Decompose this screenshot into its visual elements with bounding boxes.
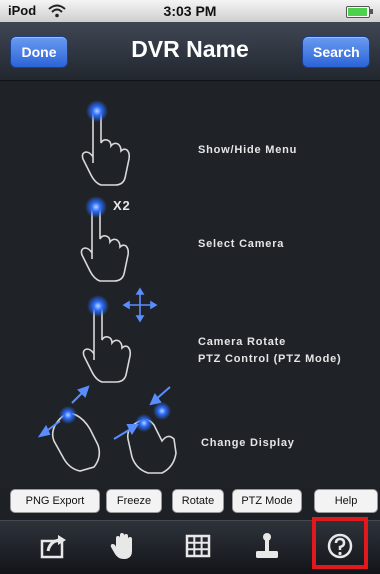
export-icon[interactable] [36, 529, 70, 563]
help-label-camera-rotate: Camera Rotate [198, 336, 287, 348]
grid-icon[interactable] [181, 529, 215, 563]
drag-gesture-icon [82, 287, 158, 383]
tooltip-freeze: Freeze [106, 489, 162, 513]
help-label-ptz-control: PTZ Control (PTZ Mode) [198, 353, 342, 365]
status-bar: iPod 3:03 PM [0, 0, 380, 22]
pinch-zoom-gesture-icon [37, 385, 177, 474]
tooltip-png-export: PNG Export [10, 489, 100, 513]
help-label-select-camera: Select Camera [198, 238, 285, 250]
double-tap-badge: X2 [113, 198, 131, 213]
help-button-highlight [312, 517, 368, 569]
tooltip-help: Help [314, 489, 378, 513]
single-tap-gesture-icon [81, 100, 131, 186]
tooltip-rotate: Rotate [172, 489, 224, 513]
gesture-help-panel: Show/Hide Menu X2 Select Camera Camera R… [0, 81, 380, 488]
clock: 3:03 PM [163, 3, 217, 19]
battery-icon [346, 6, 373, 18]
search-button[interactable]: Search [302, 36, 370, 68]
help-label-change-display: Change Display [201, 437, 295, 449]
joystick-icon[interactable] [250, 529, 284, 563]
help-label-show-hide-menu: Show/Hide Menu [198, 144, 298, 156]
nav-bar: Done DVR Name Search [0, 22, 380, 81]
tooltip-ptz-mode: PTZ Mode [232, 489, 302, 513]
hand-icon[interactable] [106, 529, 140, 563]
